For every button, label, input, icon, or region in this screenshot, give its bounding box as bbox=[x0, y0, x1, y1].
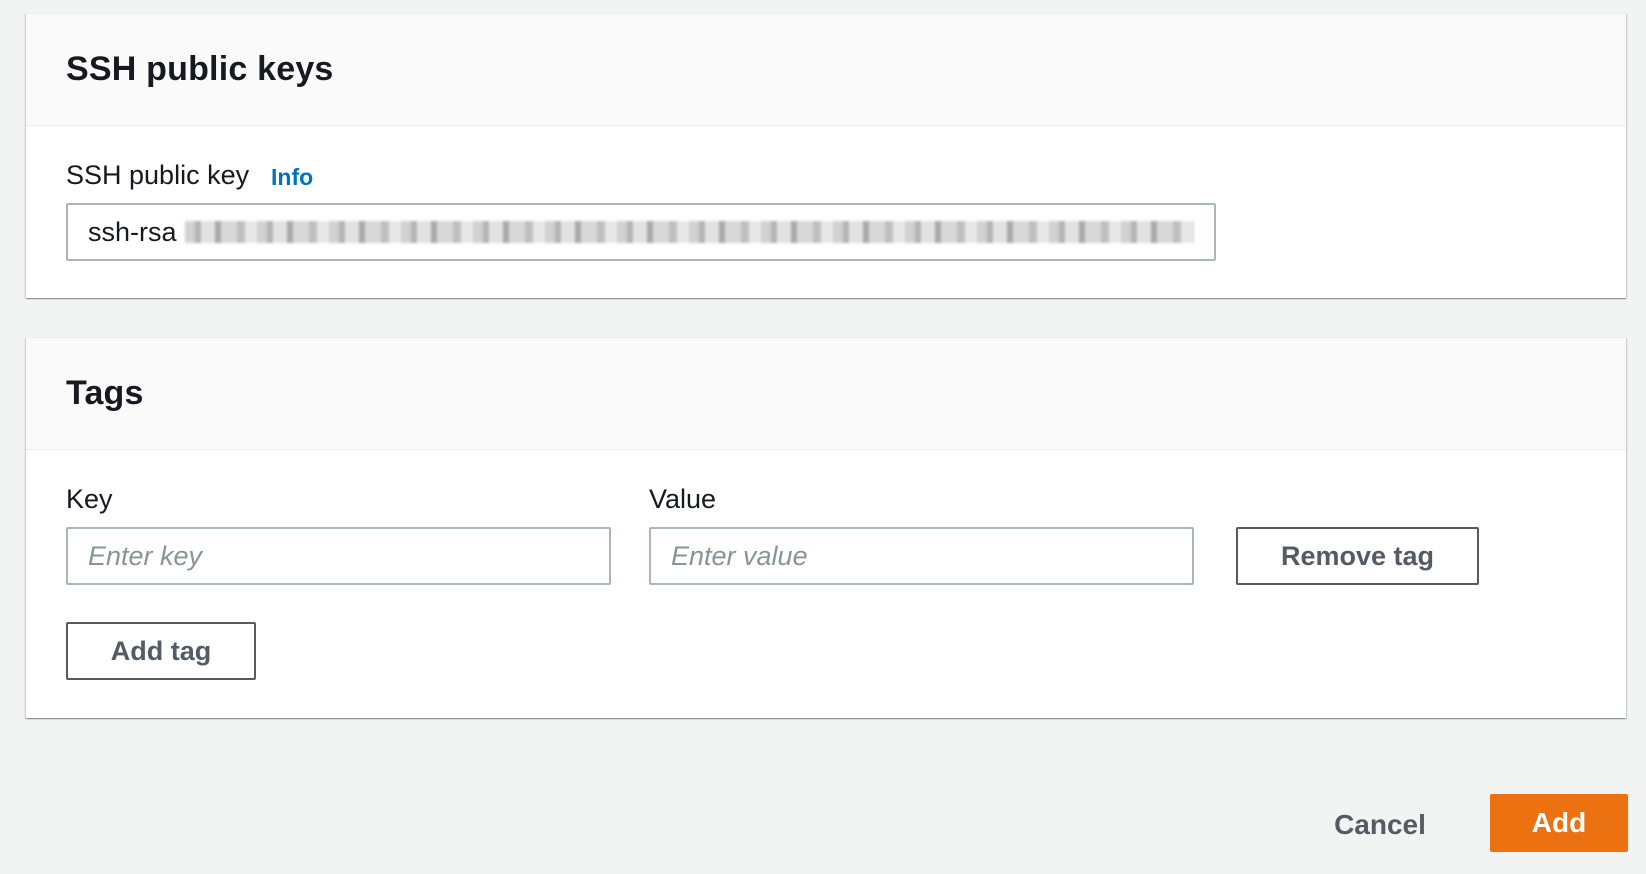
tags-panel-title: Tags bbox=[66, 374, 144, 412]
ssh-public-key-label: SSH public key bbox=[66, 160, 250, 190]
redacted-key-value bbox=[184, 221, 1194, 243]
ssh-key-value-prefix: ssh-rsa bbox=[88, 216, 177, 247]
ssh-panel-title: SSH public keys bbox=[66, 50, 334, 88]
ssh-public-keys-panel: SSH public keys SSH public key Info ssh-… bbox=[26, 13, 1626, 298]
tag-value-label: Value bbox=[649, 484, 717, 514]
remove-tag-button[interactable]: Remove tag bbox=[1236, 527, 1479, 585]
tags-panel: Tags Key Value Remove tag Add tag bbox=[26, 337, 1626, 718]
add-tag-button[interactable]: Add tag bbox=[66, 622, 256, 680]
ssh-info-link[interactable]: Info bbox=[271, 164, 313, 191]
tags-panel-header: Tags bbox=[26, 338, 1626, 450]
tag-key-input[interactable] bbox=[66, 527, 611, 585]
add-button[interactable]: Add bbox=[1490, 794, 1628, 852]
ssh-panel-header: SSH public keys bbox=[26, 14, 1626, 126]
tag-key-label: Key bbox=[66, 484, 113, 514]
cancel-button[interactable]: Cancel bbox=[1310, 805, 1450, 845]
tag-value-input[interactable] bbox=[649, 527, 1194, 585]
ssh-public-key-input[interactable]: ssh-rsa bbox=[66, 203, 1216, 261]
